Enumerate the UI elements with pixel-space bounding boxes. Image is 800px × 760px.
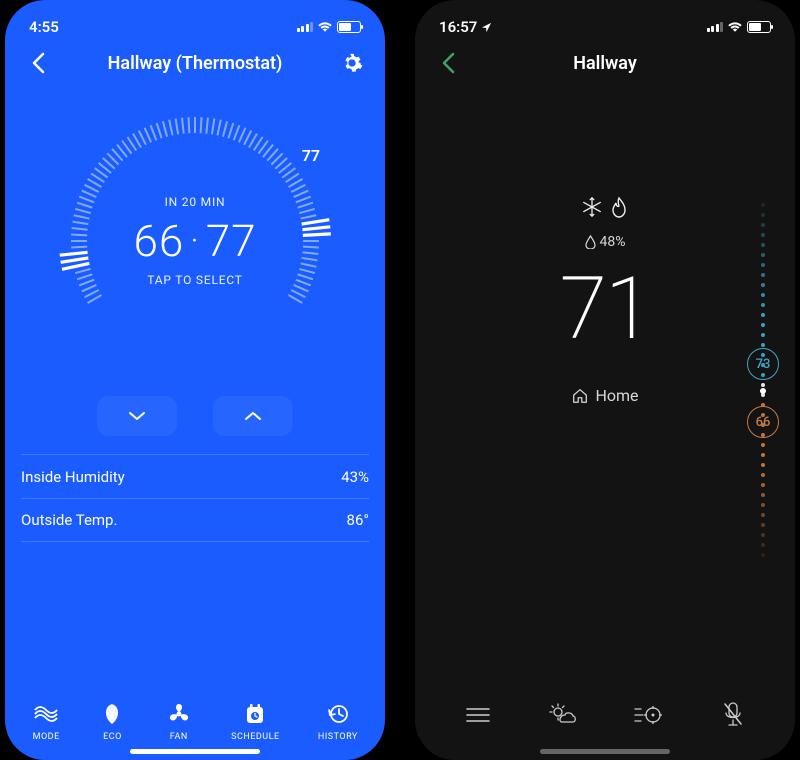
weather-button[interactable] — [546, 698, 580, 732]
current-temp: 71 — [560, 266, 651, 352]
chevron-down-icon — [128, 410, 146, 422]
snowflake-icon — [581, 196, 603, 218]
slider-track — [761, 200, 765, 560]
weather-icon — [548, 702, 578, 728]
back-button[interactable] — [25, 50, 51, 76]
settings-button[interactable] — [339, 50, 365, 76]
heat-setpoint-handle[interactable]: 66 — [747, 406, 779, 438]
info-rows: Inside Humidity 43% Outside Temp. 86° — [5, 454, 385, 542]
tab-mode[interactable]: MODE — [32, 700, 60, 742]
chevron-left-icon — [31, 52, 45, 74]
mode-icons — [581, 196, 629, 218]
battery-icon — [337, 21, 361, 33]
humidity-value: 48% — [600, 234, 626, 250]
humidity-label: Inside Humidity — [21, 468, 125, 486]
battery-icon — [747, 21, 771, 33]
temp-up-button[interactable] — [213, 396, 293, 436]
thermostat-dial[interactable]: null 77 IN 20 MIN 66 · 77 TAP TO SELECT — [40, 86, 350, 396]
tab-eco[interactable]: ECO — [98, 700, 126, 742]
settings-button[interactable] — [631, 698, 665, 732]
location-icon — [481, 22, 492, 33]
humidity-display: 48% — [585, 234, 626, 250]
cool-setpoint-handle[interactable]: 73 — [747, 348, 779, 380]
tab-bar: MODE ECO FAN SCHEDULE HISTORY — [5, 700, 385, 742]
range-low: 66 — [134, 215, 185, 267]
nav-bar: Hallway — [415, 44, 795, 86]
thermostat-app-blue: 4:55 Hallway (Thermostat) null — [5, 0, 385, 760]
cellular-icon — [707, 22, 724, 32]
mic-button[interactable] — [716, 698, 750, 732]
chevron-left-icon — [441, 52, 455, 74]
page-title: Hallway — [573, 53, 637, 74]
room-name: Home — [595, 386, 638, 405]
status-bar: 16:57 — [415, 0, 795, 44]
range-high: 77 — [206, 215, 257, 267]
home-indicator — [540, 749, 670, 754]
humidity-value: 43% — [341, 468, 369, 486]
outside-label: Outside Temp. — [21, 511, 117, 529]
tab-eco-label: ECO — [103, 732, 122, 742]
tab-mode-label: MODE — [33, 732, 60, 742]
back-button[interactable] — [435, 50, 461, 76]
tab-history[interactable]: HISTORY — [318, 700, 358, 742]
nav-bar: Hallway (Thermostat) — [5, 44, 385, 86]
mic-off-icon — [722, 701, 744, 729]
status-time: 16:57 — [439, 18, 492, 36]
tap-hint: TAP TO SELECT — [147, 273, 243, 287]
chevron-up-icon — [244, 410, 262, 422]
temp-down-button[interactable] — [97, 396, 177, 436]
humidity-row: Inside Humidity 43% — [21, 454, 369, 498]
tab-fan[interactable]: FAN — [165, 700, 193, 742]
wifi-icon — [317, 21, 333, 33]
thermostat-app-dark: 16:57 Hallway 48% 71 — [415, 0, 795, 760]
outside-value: 86° — [347, 511, 369, 529]
tab-fan-label: FAN — [170, 732, 188, 742]
main-display: 48% 71 Home — [415, 86, 795, 405]
fan-icon — [165, 700, 193, 728]
droplet-icon — [585, 235, 596, 249]
temp-adjust-controls — [5, 396, 385, 436]
cellular-icon — [297, 22, 314, 32]
eco-icon — [98, 700, 126, 728]
room-label[interactable]: Home — [571, 386, 638, 405]
history-icon — [324, 700, 352, 728]
wifi-icon — [727, 21, 743, 33]
setpoint-slider[interactable]: 73 66 — [743, 200, 783, 560]
tab-schedule-label: SCHEDULE — [231, 732, 279, 742]
mode-icon — [32, 700, 60, 728]
home-indicator — [130, 749, 260, 754]
gear-icon — [341, 52, 363, 74]
page-title: Hallway (Thermostat) — [108, 53, 283, 74]
outside-temp-row: Outside Temp. 86° — [21, 498, 369, 542]
flame-icon — [609, 196, 629, 218]
menu-button[interactable] — [461, 698, 495, 732]
eta-label: IN 20 MIN — [165, 195, 226, 209]
temp-range: 66 · 77 — [134, 215, 257, 267]
hamburger-icon — [465, 706, 491, 724]
tab-schedule[interactable]: SCHEDULE — [231, 700, 279, 742]
slider-midpoint — [760, 388, 766, 394]
home-icon — [571, 387, 589, 405]
dial-center: IN 20 MIN 66 · 77 TAP TO SELECT — [40, 86, 350, 396]
fan-settings-icon — [633, 702, 663, 728]
status-bar: 4:55 — [5, 0, 385, 44]
bottom-bar — [415, 698, 795, 732]
schedule-icon — [241, 700, 269, 728]
tab-history-label: HISTORY — [318, 732, 358, 742]
status-time: 4:55 — [29, 18, 59, 36]
